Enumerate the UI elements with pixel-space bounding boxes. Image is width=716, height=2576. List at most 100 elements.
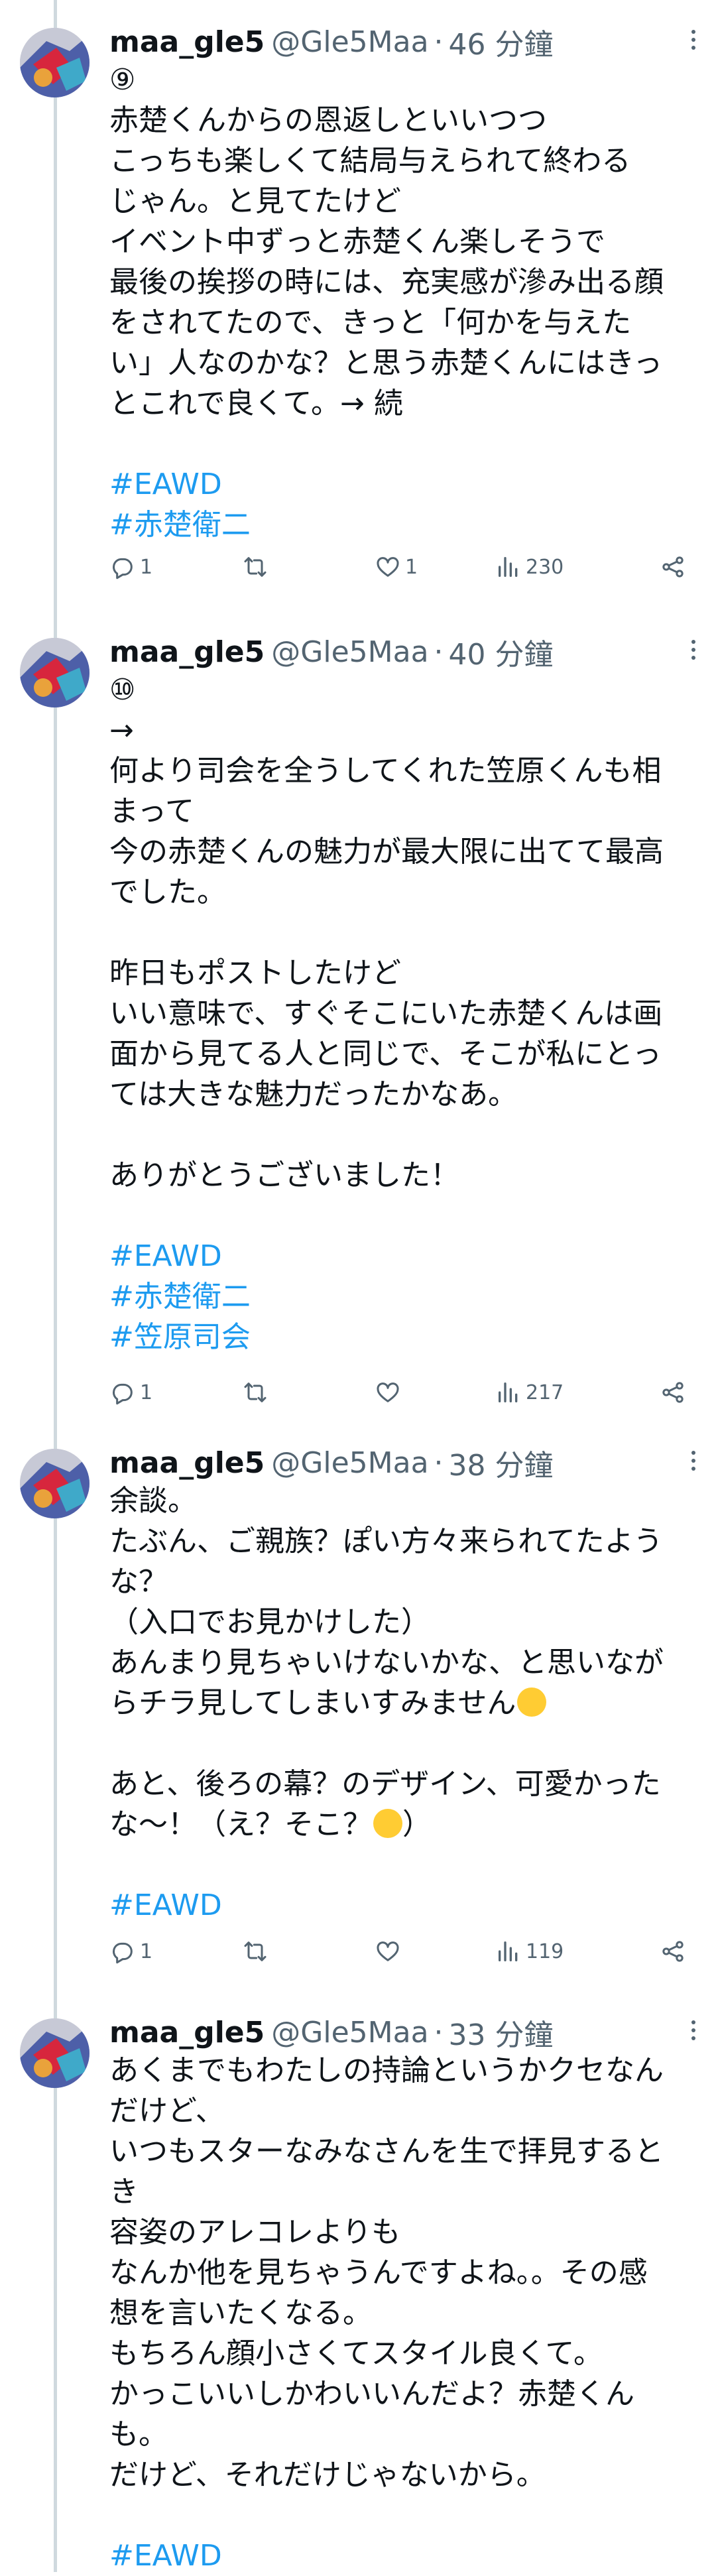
author-name[interactable]: maa_gle5 [109,25,265,59]
like-icon [377,557,399,577]
like-count: 1 [405,555,418,579]
author-name[interactable]: maa_gle5 [109,2016,265,2050]
tweet-line-text: な〜！（え？そこ？ [109,1808,372,1841]
retweet-button[interactable] [242,1373,272,1412]
views-icon [499,1382,518,1402]
retweet-button[interactable] [242,547,272,587]
tweet-line: 赤楚くんからの恩返しといいつつ [109,103,547,137]
tweet-line: 最後の挨拶の時には、充実感が滲み出る顔 [109,265,664,299]
avatar[interactable] [20,1449,90,1518]
timestamp[interactable]: 40 分鐘 [449,631,554,673]
author-name[interactable]: maa_gle5 [109,1446,265,1480]
thread-line [54,0,57,2572]
tweet-line: も。 [109,2418,168,2451]
author-handle[interactable]: @Gle5Maa [271,1446,428,1480]
tweet-text: ⑩ → 何より司会を全うしてくれた笠原くんも相 まって 今の赤楚くんの魅力が最大… [109,670,696,1357]
reply-button[interactable]: 1 [109,547,152,587]
timestamp[interactable]: 38 分鐘 [449,1441,554,1484]
joy-emoji [373,1809,402,1838]
tweet-text: ⑨ 赤楚くんからの恩返しといいつつ こっちも楽しくて結局与えられて終わる じゃん… [109,60,696,545]
separator: · [434,635,444,669]
tweet-line: あくまでもわたしの持論というかクセなん [109,2054,664,2087]
retweet-icon [244,557,267,577]
tweet-line: 面から見てる人と同じで、そこが私にとっ [109,1037,662,1071]
retweet-icon [244,1382,267,1402]
like-icon [377,1941,399,1961]
tweet-line: じゃん。と見てたけど [109,184,401,218]
action-bar: 1 1 230 [109,547,686,587]
like-button[interactable]: 1 [375,547,418,587]
tweet-line: ありがとうございました！ [109,1158,459,1192]
tweet-header: maa_gle5 @Gle5Maa · 38 分鐘 [109,1440,689,1486]
more-icon[interactable] [680,630,707,670]
hashtag-link[interactable]: #赤楚衛二 [109,505,696,545]
author-handle[interactable]: @Gle5Maa [271,25,428,59]
tweet-line: 想を言いたくなる。 [109,2296,372,2330]
avatar[interactable] [20,28,90,97]
reply-icon [113,558,133,580]
separator: · [434,25,444,59]
avatar[interactable] [20,638,90,707]
tweet-line: なんか他を見ちゃうんですよね。。その感 [109,2256,648,2290]
tweet-line: 余談。 [109,1484,197,1518]
tweet-line: 昨日もポストしたけど [109,956,401,990]
tweet-line: （入口でお見かけした） [109,1605,430,1639]
views-button[interactable]: 119 [495,1932,564,1971]
reply-count: 1 [140,555,153,579]
like-button[interactable] [375,1373,405,1412]
more-icon[interactable] [680,1441,707,1481]
avatar[interactable] [20,2018,90,2088]
views-icon [499,1941,518,1961]
tweet-line: あと、後ろの幕？のデザイン、可愛かった [109,1767,661,1801]
separator: · [434,1445,444,1480]
views-count: 217 [526,1380,564,1404]
hashtag-link[interactable]: #EAWD [109,1885,696,1926]
tweet-line: をされてたので、きっと「何かを与えた [109,306,632,339]
tweet-line: とこれで良くて。→ 続 [109,387,403,420]
more-icon[interactable] [680,20,707,60]
author-name[interactable]: maa_gle5 [109,635,265,669]
hashtag-link[interactable]: #笠原司会 [109,1317,696,1357]
share-button[interactable] [660,1932,686,1971]
tweet-header: maa_gle5 @Gle5Maa · 46 分鐘 [109,19,689,65]
views-button[interactable]: 217 [495,1373,564,1412]
views-icon [499,557,518,577]
retweet-button[interactable] [242,1932,272,1971]
reply-button[interactable]: 1 [109,1932,152,1971]
tweet-line: たぶん、ご親族？ぽい方々来られてたよう [109,1524,663,1558]
share-button[interactable] [660,1373,686,1412]
reply-count: 1 [140,1380,153,1404]
like-button[interactable] [375,1932,405,1971]
share-icon [662,1382,684,1403]
timestamp[interactable]: 33 分鐘 [449,2011,554,2054]
reply-count: 1 [140,1939,153,1963]
timestamp[interactable]: 46 分鐘 [449,21,554,63]
tweet-text: 余談。 たぶん、ご親族？ぽい方々来られてたよう な？ （入口でお見かけした） あ… [109,1481,696,1926]
tweet-line: ては大きな魅力だったかなあ。 [109,1077,518,1111]
reply-button[interactable]: 1 [109,1373,152,1412]
hashtag-link[interactable]: #赤楚衛二 [109,1276,696,1317]
views-count: 230 [526,555,564,579]
tweet-line: いい意味で、すぐそこにいた赤楚くんは画 [109,997,663,1030]
more-icon[interactable] [680,2010,707,2050]
author-handle[interactable]: @Gle5Maa [271,635,428,669]
tweet-line: き [109,2175,139,2209]
like-icon [377,1382,399,1402]
reply-icon [113,1942,133,1964]
hashtag-link[interactable]: #EAWD [109,1236,696,1276]
tweet-line: い」人なのかな？と思う赤楚くんにはきっ [109,346,663,380]
reply-icon [113,1383,133,1405]
tweet-line: 今の赤楚くんの魅力が最大限に出てて最高 [109,835,664,869]
tweet-text: あくまでもわたしの持論というかクセなん だけど、 いつもスターなみなさんを生で拝… [109,2050,696,2576]
tweet-line: 何より司会を全うしてくれた笠原くんも相 [109,754,662,788]
share-icon [662,1941,684,1962]
tweet-line: イベント中ずっと赤楚くん楽しそうで [109,225,605,259]
tweet-line: 容姿のアレコレよりも [109,2215,401,2249]
share-icon [662,556,684,578]
hashtag-link[interactable]: #EAWD [109,464,696,505]
hashtag-link[interactable]: #EAWD [109,2536,696,2576]
views-button[interactable]: 230 [495,547,564,587]
author-handle[interactable]: @Gle5Maa [271,2016,428,2050]
share-button[interactable] [660,547,686,587]
tweet-line: もちろん顔小さくてスタイル良くて。 [109,2337,603,2370]
